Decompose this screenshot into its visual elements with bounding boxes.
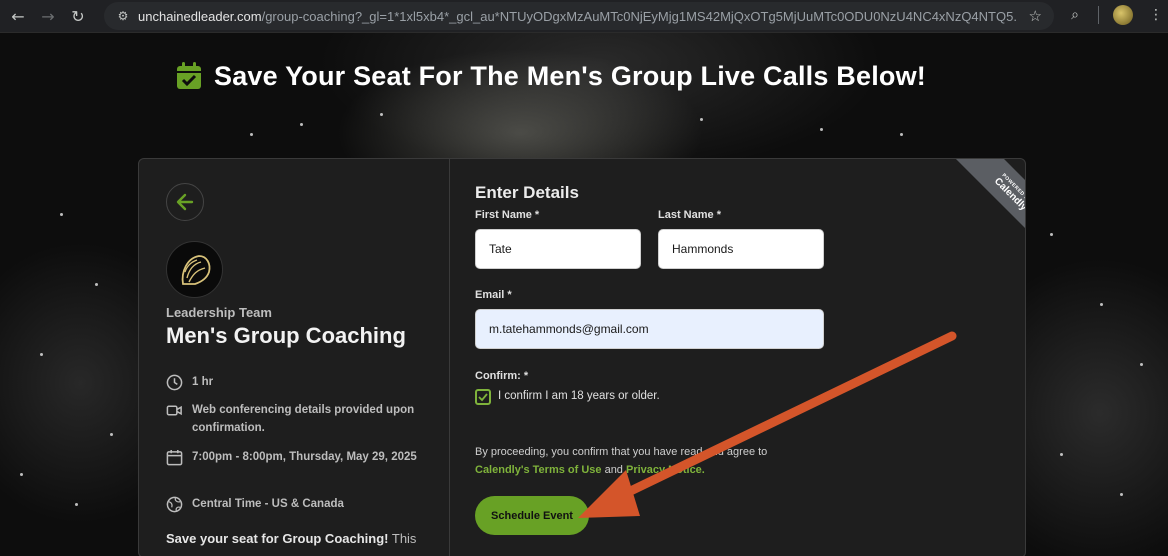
duration-detail: 1 hr <box>166 373 436 391</box>
conferencing-text: Web conferencing details provided upon c… <box>192 404 415 434</box>
privacy-notice-link[interactable]: Privacy Notice. <box>626 464 705 476</box>
browser-toolbar: ← → ↻ ⚙ unchainedleader.com/group-coachi… <box>0 0 1168 33</box>
toolbar-divider <box>1098 6 1099 24</box>
globe-icon <box>166 496 183 513</box>
datetime-text: 7:00pm - 8:00pm, Thursday, May 29, 2025 <box>192 451 417 463</box>
datetime-detail: 7:00pm - 8:00pm, Thursday, May 29, 2025 <box>166 448 436 466</box>
video-camera-icon <box>166 405 182 416</box>
calendly-badge[interactable]: POWERED BY Calendly <box>935 159 1025 251</box>
event-details-panel: Leadership Team Men's Group Coaching 1 h… <box>139 159 450 556</box>
organizer-avatar <box>166 241 223 298</box>
event-description: Save your seat for Group Coaching! This <box>166 531 416 546</box>
age-confirm-label[interactable]: I confirm I am 18 years or older. <box>498 390 660 402</box>
site-settings-icon[interactable]: ⚙ <box>114 7 132 25</box>
checkmark-icon <box>478 393 488 402</box>
reload-icon[interactable]: ↻ <box>66 4 90 28</box>
age-confirm-checkbox[interactable] <box>475 389 491 405</box>
url-text[interactable]: unchainedleader.com/group-coaching?_gl=1… <box>138 9 1018 24</box>
promo-rest-text: This <box>388 531 417 546</box>
terms-of-use-link[interactable]: Calendly's Terms of Use <box>475 464 602 476</box>
url-path: /group-coaching?_gl=1*1xl5xb4*_gcl_au*NT… <box>261 8 1018 24</box>
form-title: Enter Details <box>475 183 579 202</box>
back-icon[interactable]: ← <box>6 4 30 28</box>
organizer-name: Leadership Team <box>166 305 272 320</box>
url-domain: unchainedleader.com <box>138 8 262 24</box>
event-title: Men's Group Coaching <box>166 323 406 348</box>
first-name-label: First Name * <box>475 209 540 221</box>
duration-text: 1 hr <box>192 376 214 388</box>
legal-prefix-text: By proceeding, you confirm that you have… <box>475 446 768 458</box>
email-field[interactable]: m.tatehammonds@gmail.com <box>475 309 824 349</box>
timezone-detail: Central Time - US & Canada <box>166 495 436 513</box>
page-title: Save Your Seat For The Men's Group Live … <box>214 60 926 91</box>
calendar-icon <box>166 449 183 466</box>
timezone-text: Central Time - US & Canada <box>192 498 344 510</box>
back-button[interactable] <box>166 183 204 221</box>
lion-logo-icon <box>181 254 210 285</box>
first-name-field[interactable]: Tate <box>475 229 641 269</box>
confirm-label: Confirm: * <box>475 370 529 382</box>
calendar-check-icon <box>176 62 202 90</box>
menu-icon[interactable]: ⋮ <box>1147 6 1165 24</box>
legal-and-text: and <box>601 464 626 476</box>
last-name-label: Last Name * <box>658 209 721 221</box>
schedule-event-button[interactable]: Schedule Event <box>475 496 589 535</box>
details-form: Enter Details First Name * Tate Last Nam… <box>451 159 1025 556</box>
clock-icon <box>166 374 183 391</box>
arrow-left-icon <box>176 193 194 211</box>
bookmark-star-icon[interactable]: ☆ <box>1029 7 1042 25</box>
legal-notice: By proceeding, you confirm that you have… <box>475 443 835 479</box>
lens-search-icon[interactable]: ⌕ <box>1066 6 1084 24</box>
promo-bold-text: Save your seat for Group Coaching! <box>166 531 389 546</box>
profile-avatar[interactable] <box>1113 5 1133 25</box>
conferencing-detail: Web conferencing details provided upon c… <box>166 401 436 437</box>
address-bar[interactable]: ⚙ unchainedleader.com/group-coaching?_gl… <box>104 2 1054 30</box>
scheduling-card: Leadership Team Men's Group Coaching 1 h… <box>138 158 1026 556</box>
page-heading: Save Your Seat For The Men's Group Live … <box>176 58 926 94</box>
forward-icon[interactable]: → <box>36 4 60 28</box>
email-label: Email * <box>475 289 512 301</box>
last-name-field[interactable]: Hammonds <box>658 229 824 269</box>
powered-by-ribbon: POWERED BY Calendly <box>951 159 1025 251</box>
